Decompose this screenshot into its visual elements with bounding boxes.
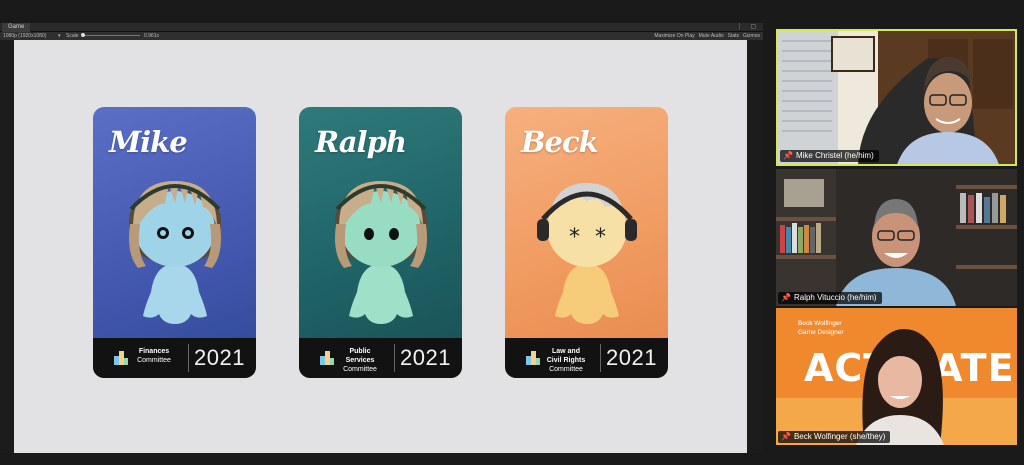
card-footer: Law and Civil Rights Committee 2021 xyxy=(505,338,668,378)
footer-divider xyxy=(188,344,189,372)
chevron-down-icon[interactable]: ▾ xyxy=(58,32,61,40)
committee-line-1: Law and xyxy=(551,348,580,355)
card-footer: Finances Committee 2021 xyxy=(93,338,256,378)
participant-tile-beck[interactable]: Beck Wolfinger Game Designer ACTIVATE 📌B… xyxy=(776,308,1017,445)
pin-icon: 📌 xyxy=(781,432,791,441)
card-year: 2021 xyxy=(606,345,657,370)
window-menu-icon[interactable]: ⋮ ▢ xyxy=(737,23,759,32)
participant-name: Mike Christel (he/him) xyxy=(795,151,874,160)
character-card-beck[interactable]: Beck * * Law and Civil Rights Committee … xyxy=(505,107,668,378)
card-name: Mike xyxy=(109,125,188,159)
svg-text:*: * xyxy=(595,225,606,250)
card-footer: Public Services Committee 2021 xyxy=(299,338,462,378)
card-year: 2021 xyxy=(400,345,451,370)
character-card-mike[interactable]: Mike Finances Committee 2021 xyxy=(93,107,256,378)
screen: Game ⋮ ▢ 1080p (1920x1080) ▾ Scale 0.961… xyxy=(0,0,1024,465)
avatar-character xyxy=(335,181,427,324)
participant-name-label: 📌 Mike Christel (he/him) xyxy=(780,150,879,162)
scale-slider[interactable] xyxy=(82,35,140,36)
tab-game[interactable]: Game xyxy=(2,23,31,32)
committee-subtitle: Committee xyxy=(549,366,583,373)
character-card-ralph[interactable]: Ralph Public Services Committee 2021 xyxy=(299,107,462,378)
participant-tile-mike[interactable]: 📌 Mike Christel (he/him) xyxy=(776,29,1017,166)
scale-value: 0.961x xyxy=(144,33,160,39)
card-name: Beck xyxy=(521,125,599,159)
gizmos-dropdown[interactable]: Gizmos xyxy=(743,32,760,40)
game-viewport[interactable]: Mike Finances Committee 2021 Ralph Publi… xyxy=(14,40,747,453)
participant-video xyxy=(776,169,1017,306)
committee-subtitle: Committee xyxy=(137,357,171,364)
participant-name: Ralph Vituccio (he/him) xyxy=(793,293,877,302)
committee-name: Public Services Committee xyxy=(331,347,389,374)
committee-line-1: Finances xyxy=(138,348,170,355)
committee-name: Law and Civil Rights Committee xyxy=(537,347,595,374)
svg-text:*: * xyxy=(569,225,580,250)
stats-toggle[interactable]: Stats xyxy=(728,32,739,40)
footer-divider xyxy=(600,344,601,372)
scale-label: Scale xyxy=(66,33,79,39)
maximize-on-play-toggle[interactable]: Maximize On Play xyxy=(654,32,694,40)
committee-line-2: Services xyxy=(345,357,375,364)
unity-game-window: Game ⋮ ▢ 1080p (1920x1080) ▾ Scale 0.961… xyxy=(0,23,763,453)
committee-subtitle: Committee xyxy=(343,366,377,373)
footer-divider xyxy=(394,344,395,372)
toolbar-right-group: Maximize On Play Mute Audio Stats Gizmos xyxy=(654,32,760,40)
committee-line-1: Public xyxy=(349,348,371,355)
pin-icon: 📌 xyxy=(783,151,793,160)
card-name: Ralph xyxy=(315,125,407,159)
participant-name-label: 📌 Ralph Vituccio (he/him) xyxy=(778,292,882,304)
participant-name-label: 📌 Beck Wolfinger (she/they) xyxy=(778,431,891,443)
pin-icon: 📌 xyxy=(781,293,791,302)
mute-audio-toggle[interactable]: Mute Audio xyxy=(699,32,724,40)
game-toolbar: 1080p (1920x1080) ▾ Scale 0.961x Maximiz… xyxy=(0,32,763,40)
avatar-character: * * xyxy=(537,183,637,324)
participant-video xyxy=(856,329,944,445)
tab-bar: Game ⋮ ▢ xyxy=(0,23,763,32)
resolution-dropdown[interactable]: 1080p (1920x1080) xyxy=(3,32,46,40)
card-year: 2021 xyxy=(194,345,245,370)
committee-line-2: Civil Rights xyxy=(546,357,586,364)
participant-tile-ralph[interactable]: 📌 Ralph Vituccio (he/him) xyxy=(776,169,1017,306)
avatar-character xyxy=(129,181,221,324)
scale-slider-handle[interactable] xyxy=(81,33,85,37)
participant-name: Beck Wolfinger (she/they) xyxy=(793,432,886,441)
participant-video xyxy=(778,31,1015,164)
committee-name: Finances Committee xyxy=(125,347,183,365)
